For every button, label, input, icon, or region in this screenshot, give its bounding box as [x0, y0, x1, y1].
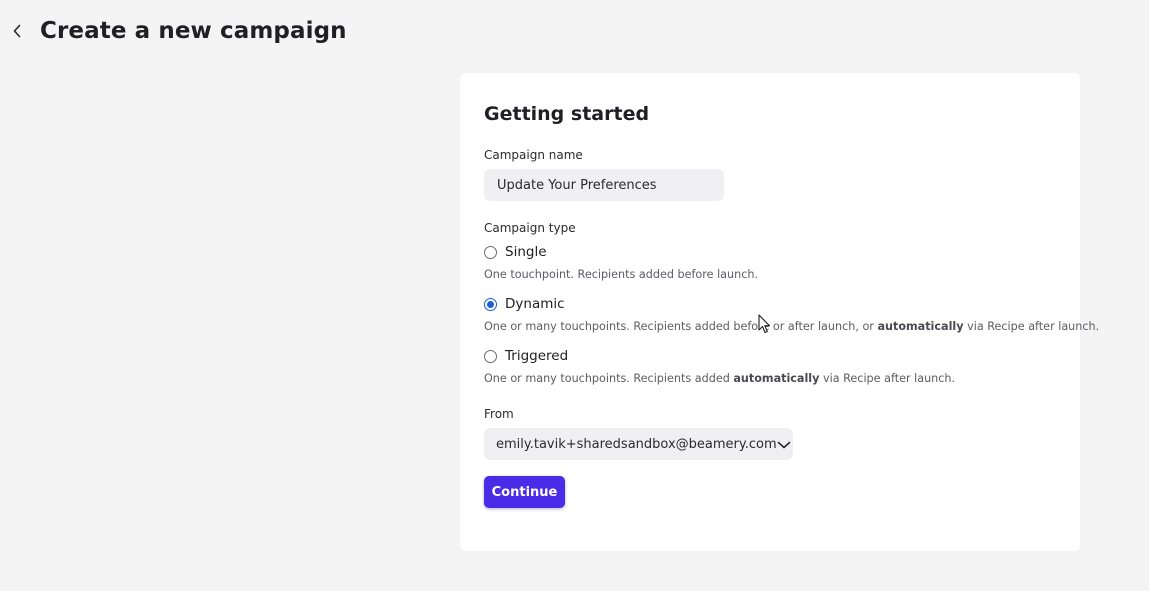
- page-title: Create a new campaign: [40, 18, 347, 44]
- radio-button-triggered[interactable]: [484, 349, 497, 363]
- radio-option-dynamic: Dynamic One or many touchpoints. Recipie…: [484, 294, 1099, 334]
- campaign-type-radio-group: Single One touchpoint. Recipients added …: [484, 242, 1099, 386]
- page-header: Create a new campaign: [8, 16, 347, 46]
- from-label: From: [484, 407, 514, 421]
- radio-label-triggered: Triggered: [505, 348, 569, 364]
- mouse-cursor-icon: [758, 314, 772, 338]
- radio-label-single: Single: [505, 244, 547, 260]
- radio-description-dynamic: One or many touchpoints. Recipients adde…: [484, 320, 1099, 334]
- description-text: via Recipe after launch.: [819, 372, 956, 385]
- campaign-name-input[interactable]: Update Your Preferences: [484, 169, 724, 201]
- campaign-name-label: Campaign name: [484, 148, 583, 162]
- section-title: Getting started: [484, 103, 650, 125]
- radio-selected-dot: [487, 300, 494, 308]
- description-emphasis: automatically: [733, 372, 820, 385]
- description-text: One or many touchpoints. Recipients adde…: [484, 372, 734, 385]
- page: Create a new campaign Getting started Ca…: [0, 0, 1149, 591]
- continue-button[interactable]: Continue: [484, 476, 565, 508]
- description-text: One or many touchpoints. Recipients adde…: [484, 320, 878, 333]
- from-select[interactable]: emily.tavik+sharedsandbox@beamery.com: [484, 428, 793, 460]
- radio-button-single[interactable]: [484, 245, 497, 259]
- back-button[interactable]: [8, 16, 26, 46]
- description-text: via Recipe after launch.: [963, 320, 1100, 333]
- chevron-down-icon: [777, 435, 791, 454]
- radio-description-triggered: One or many touchpoints. Recipients adde…: [484, 372, 1060, 386]
- campaign-name-value: Update Your Preferences: [497, 177, 657, 193]
- getting-started-card: Getting started Campaign name Update You…: [460, 73, 1099, 551]
- radio-button-dynamic[interactable]: [484, 297, 497, 311]
- radio-option-single: Single One touchpoint. Recipients added …: [484, 242, 1060, 282]
- radio-description-single: One touchpoint. Recipients added before …: [484, 268, 1060, 282]
- form: Getting started Campaign name Update You…: [484, 101, 1099, 508]
- radio-label-dynamic: Dynamic: [505, 296, 565, 312]
- description-emphasis: automatically: [877, 320, 964, 333]
- campaign-type-label: Campaign type: [484, 221, 576, 235]
- radio-dynamic[interactable]: Dynamic: [484, 294, 1060, 314]
- radio-single[interactable]: Single: [484, 242, 1060, 262]
- from-value: emily.tavik+sharedsandbox@beamery.com: [496, 436, 777, 452]
- description-text: One touchpoint. Recipients added before …: [484, 268, 759, 281]
- chevron-left-icon: [12, 24, 22, 38]
- radio-triggered[interactable]: Triggered: [484, 346, 1060, 366]
- radio-option-triggered: Triggered One or many touchpoints. Recip…: [484, 346, 1060, 386]
